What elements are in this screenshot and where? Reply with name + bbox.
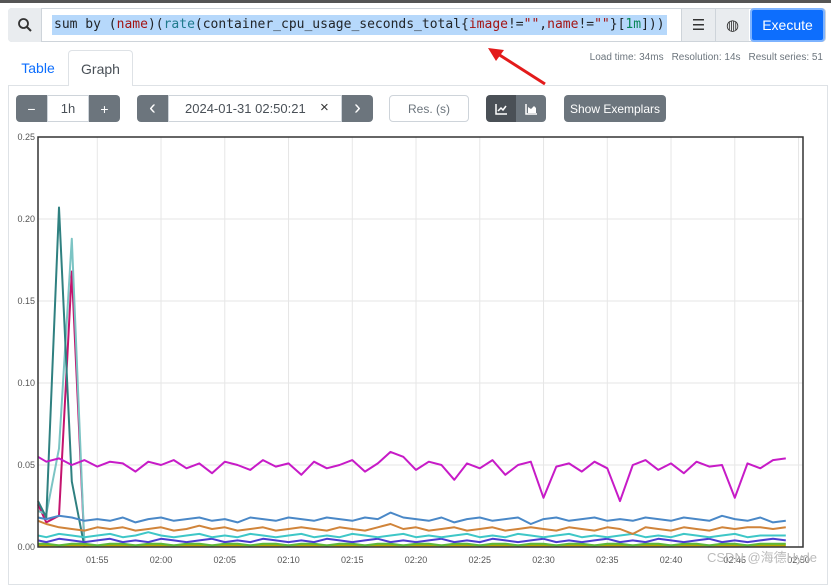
query-token: name [116, 17, 148, 32]
search-icon [8, 8, 42, 42]
end-time-input[interactable]: 2024-01-31 02:50:21 [168, 95, 342, 122]
x-tick-label: 02:40 [660, 555, 683, 565]
x-tick-label: 02:15 [341, 555, 364, 565]
query-token: , [539, 17, 548, 32]
series-line [37, 537, 786, 544]
stacked-chart-button[interactable] [516, 95, 546, 122]
line-chart-icon [494, 103, 507, 115]
query-token: image [468, 17, 508, 32]
plot-border [37, 136, 804, 548]
y-tick-label: 0.10 [17, 378, 35, 388]
range-input[interactable]: 1h [47, 95, 89, 122]
query-token: (container_cpu_usage_seconds_total{ [194, 17, 469, 32]
resolution-input[interactable]: Res. (s) [389, 95, 469, 122]
query-token: != [578, 17, 595, 32]
query-input[interactable]: sum by (name)(rate(container_cpu_usage_s… [52, 15, 667, 35]
y-tick-label: 0.25 [17, 132, 35, 142]
x-tick-label: 02:30 [532, 555, 555, 565]
x-tick-label: 02:35 [596, 555, 619, 565]
query-token: sum by ( [54, 17, 117, 32]
series-line [37, 511, 786, 525]
x-tick-label: 02:00 [150, 555, 173, 565]
execute-button[interactable]: Execute [750, 8, 825, 42]
result-series: Result series: 51 [748, 52, 823, 63]
end-time-value: 2024-01-31 02:50:21 [185, 101, 306, 116]
show-exemplars-button[interactable]: Show Exemplars [564, 95, 666, 122]
metrics-explorer-button[interactable]: ◍ [715, 9, 749, 41]
query-token: rate [163, 17, 195, 32]
load-time: Load time: 34ms [589, 52, 664, 63]
globe-icon: ◍ [725, 17, 740, 34]
tab-graph[interactable]: Graph [68, 50, 133, 86]
increase-range-button[interactable]: + [89, 95, 120, 122]
format-icon: ☰ [691, 17, 706, 34]
query-token: name [547, 17, 579, 32]
format-query-button[interactable]: ☰ [681, 9, 715, 41]
query-token: ])) [641, 17, 665, 32]
next-time-button[interactable]: › [342, 95, 373, 122]
prev-time-button[interactable]: ‹ [137, 95, 168, 122]
x-tick-label: 01:55 [86, 555, 109, 565]
decrease-range-button[interactable]: − [16, 95, 47, 122]
graph-chart[interactable]: 0.00 0.05 0.10 0.15 0.20 0.25 01:55 02:00 02:05 0… [0, 128, 831, 573]
y-tick-label: 0.00 [17, 542, 35, 552]
x-tick-label: 02:20 [405, 555, 428, 565]
query-token: "" [594, 17, 610, 32]
query-stats: Load time: 34ms Resolution: 14s Result ser… [582, 52, 823, 63]
query-token: )( [147, 17, 164, 32]
y-tick-label: 0.15 [17, 296, 35, 306]
y-tick-label: 0.05 [17, 460, 35, 470]
query-token: }[ [609, 17, 626, 32]
query-token: != [507, 17, 524, 32]
annotation-arrow [470, 44, 560, 99]
line-chart-button[interactable] [486, 95, 516, 122]
series-line [37, 237, 86, 548]
x-tick-label: 02:25 [469, 555, 492, 565]
area-chart-icon [524, 103, 537, 115]
query-token: "" [523, 17, 540, 32]
series-line [37, 531, 786, 539]
watermark: CSDN @海德Hyde [707, 550, 817, 565]
series-line [37, 450, 786, 503]
x-tick-label: 02:10 [277, 555, 300, 565]
query-token: 1m [625, 17, 642, 32]
y-tick-label: 0.20 [17, 214, 35, 224]
clear-end-time-button[interactable]: × [320, 99, 329, 116]
x-tick-label: 02:05 [214, 555, 237, 565]
resolution: Resolution: 14s [671, 52, 741, 63]
window-top-edge [0, 0, 831, 3]
tab-table[interactable]: Table [12, 52, 64, 84]
